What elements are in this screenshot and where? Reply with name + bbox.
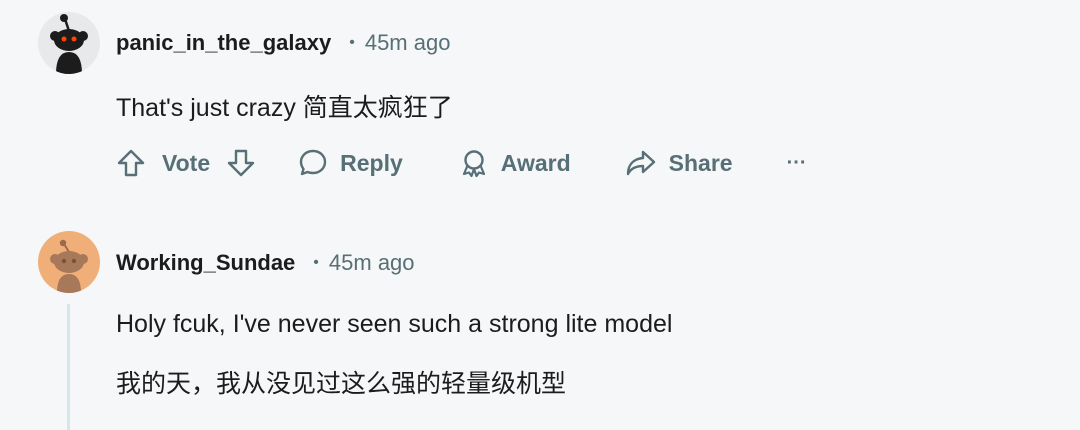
comment-body-line-2: 我的天，我从没见过这么强的轻量级机型 [116, 370, 567, 398]
user-avatar[interactable] [38, 231, 100, 293]
comment-body-line-1: Holy fcuk, I've never seen such a strong… [116, 310, 673, 338]
username[interactable]: Working_Sundae [116, 250, 295, 276]
timestamp[interactable]: 45m ago [329, 250, 415, 276]
comment-meta: Working_Sundae • 45m ago [116, 248, 415, 278]
comment-2: Working_Sundae • 45m ago Holy fcuk, I've… [38, 0, 1080, 430]
meta-separator: • [313, 254, 319, 271]
snoo-avatar-orange-icon [38, 231, 100, 293]
thread-line[interactable] [67, 304, 70, 430]
